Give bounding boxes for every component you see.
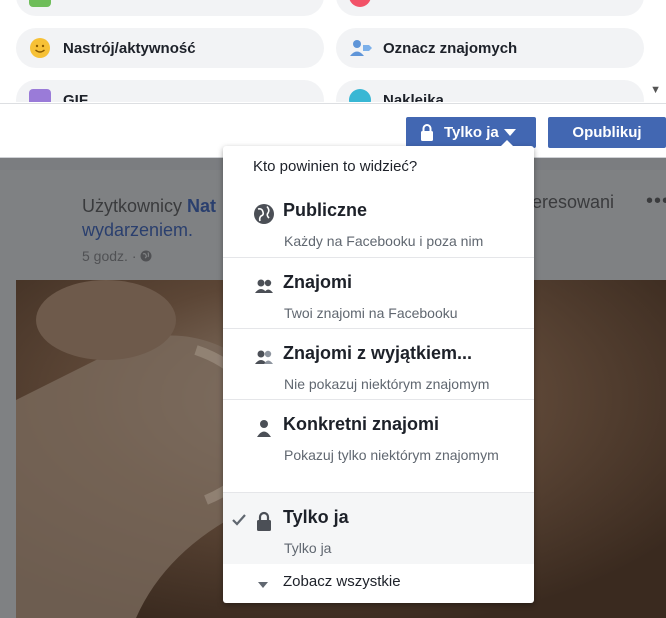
dropdown-header: Kto powinien to widzieć?	[253, 158, 418, 175]
gif-icon	[29, 89, 51, 102]
privacy-option-friends[interactable]: Znajomi Twoi znajomi na Facebooku	[223, 257, 534, 328]
globe-icon	[140, 250, 152, 262]
composer-option-activity[interactable]	[16, 0, 324, 16]
composer-option-sticker[interactable]: Naklejka	[336, 80, 644, 102]
composer-option-tag-friends[interactable]: Oznacz znajomych	[336, 28, 644, 68]
privacy-dropdown: Kto powinien to widzieć? Publiczne Każdy…	[223, 140, 534, 603]
activity-icon	[29, 0, 51, 7]
privacy-option-public[interactable]: Publiczne Każdy na Facebooku i poza nim	[223, 186, 534, 257]
globe-icon	[254, 204, 274, 224]
privacy-option-only-me[interactable]: Tylko ja Tylko ja	[223, 492, 534, 564]
checkmark-icon	[232, 514, 246, 526]
option-description: Pokazuj tylko niektórym znajomym	[284, 447, 499, 463]
publish-button[interactable]: Opublikuj	[548, 117, 666, 148]
post-timestamp[interactable]: 5 godz. ·	[82, 248, 136, 264]
composer-option-label: GIF	[63, 91, 88, 103]
post-text-line1: Użytkownicy Nat	[82, 192, 216, 220]
post-event-link[interactable]: wydarzeniem.	[82, 220, 193, 241]
location-icon	[349, 0, 371, 7]
option-description: Twoi znajomi na Facebooku	[284, 305, 458, 321]
post-user-link[interactable]: Nat	[187, 196, 216, 216]
composer-options: Nastrój/aktywność Oznacz znajomych GIF N…	[0, 0, 666, 102]
privacy-option-specific-friends[interactable]: Konkretni znajomi Pokazuj tylko niektóry…	[223, 399, 534, 492]
scroll-down-icon[interactable]: ▼	[650, 84, 661, 96]
smiley-icon	[29, 37, 51, 59]
option-title: Publiczne	[283, 200, 368, 220]
post-meta: 5 godz. ·	[82, 248, 152, 264]
post-text-suffix: eresowani	[532, 192, 615, 212]
option-title: Konkretni znajomi	[283, 414, 440, 434]
caret-down-icon	[503, 129, 516, 136]
privacy-selector-label: Tylko ja	[444, 124, 499, 141]
lock-icon	[257, 511, 271, 531]
options-scrollbar[interactable]: ▼	[646, 0, 666, 102]
post-text-prefix: Użytkownicy	[82, 196, 183, 216]
sticker-icon	[349, 89, 371, 102]
option-title: Tylko ja	[283, 507, 349, 527]
person-icon	[257, 420, 271, 437]
composer-option-location[interactable]	[336, 0, 644, 16]
friends-icon	[255, 279, 273, 293]
dropdown-pointer	[501, 140, 513, 146]
composer-option-label: Oznacz znajomych	[383, 39, 518, 57]
option-description: Tylko ja	[284, 540, 332, 556]
composer-option-gif[interactable]: GIF	[16, 80, 324, 102]
privacy-option-friends-except[interactable]: Znajomi z wyjątkiem... Nie pokazuj niekt…	[223, 328, 534, 399]
lock-icon	[421, 124, 433, 141]
post-composer: Nastrój/aktywność Oznacz znajomych GIF N…	[0, 0, 666, 158]
post-options-icon[interactable]: •••	[646, 190, 666, 213]
composer-option-label: Naklejka	[383, 91, 444, 103]
caret-down-icon	[258, 582, 268, 588]
option-description: Każdy na Facebooku i poza nim	[284, 233, 484, 249]
see-all-label: Zobacz wszystkie	[283, 573, 401, 590]
tag-friends-icon	[349, 37, 372, 59]
privacy-selector-button[interactable]: Tylko ja	[406, 117, 536, 148]
option-title: Znajomi	[283, 272, 353, 292]
option-description: Nie pokazuj niektórym znajomym	[284, 376, 490, 392]
composer-option-feeling[interactable]: Nastrój/aktywność	[16, 28, 324, 68]
option-title: Znajomi z wyjątkiem...	[283, 343, 473, 363]
see-all-option[interactable]: Zobacz wszystkie	[223, 568, 534, 603]
friends-except-icon	[255, 350, 273, 364]
composer-option-label: Nastrój/aktywność	[63, 39, 196, 57]
